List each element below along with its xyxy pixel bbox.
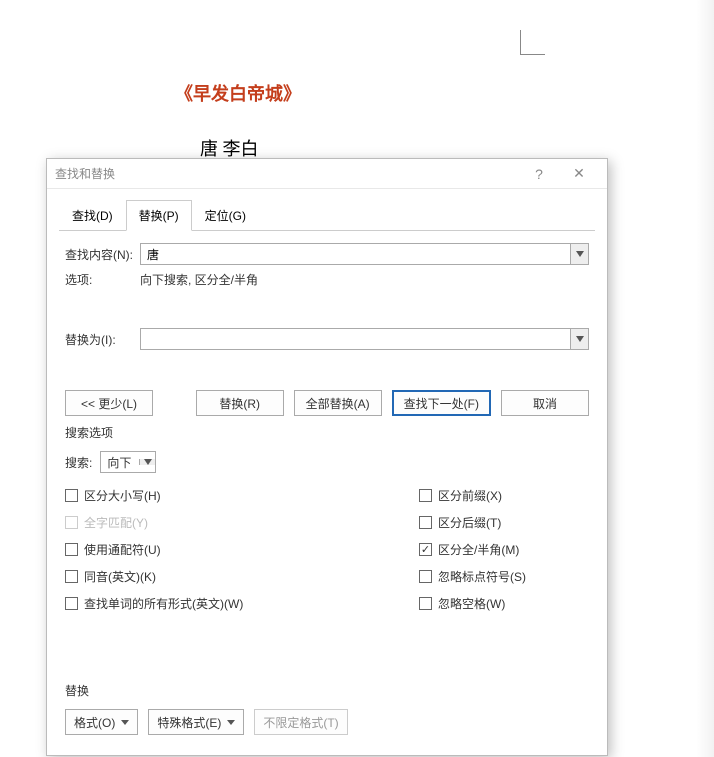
search-direction-select[interactable]: 向下	[100, 451, 156, 473]
checkbox-wildcard[interactable]: 使用通配符(U)	[65, 541, 419, 558]
checkbox-icon	[419, 597, 432, 610]
chevron-down-icon[interactable]	[570, 244, 588, 264]
checkbox-icon	[419, 489, 432, 502]
checkbox-icon	[65, 597, 78, 610]
close-button[interactable]: ✕	[559, 159, 599, 189]
dialog-title: 查找和替换	[55, 165, 519, 182]
checkbox-label: 区分后缀(T)	[438, 514, 501, 531]
cancel-button[interactable]: 取消	[501, 390, 589, 416]
replace-combobox[interactable]	[140, 328, 589, 350]
replace-section-label: 替换	[65, 682, 589, 699]
checkbox-icon: ✓	[419, 543, 432, 556]
document-title: 《早发白帝城》	[175, 80, 301, 106]
less-button[interactable]: << 更少(L)	[65, 390, 153, 416]
checkbox-fullhalf[interactable]: ✓ 区分全/半角(M)	[419, 541, 589, 558]
tab-goto[interactable]: 定位(G)	[192, 200, 259, 231]
find-label: 查找内容(N):	[65, 246, 140, 263]
tab-replace[interactable]: 替换(P)	[126, 200, 192, 231]
replace-input[interactable]	[141, 329, 570, 349]
checkbox-label: 使用通配符(U)	[84, 541, 161, 558]
checkbox-label: 忽略空格(W)	[438, 595, 505, 612]
checkbox-label: 区分全/半角(M)	[438, 541, 519, 558]
options-label: 选项:	[65, 271, 140, 288]
special-format-button[interactable]: 特殊格式(E)	[148, 709, 244, 735]
replace-button[interactable]: 替换(R)	[196, 390, 284, 416]
margin-corner-mark	[520, 30, 545, 55]
checkbox-icon	[419, 570, 432, 583]
checkbox-label: 区分大小写(H)	[84, 487, 161, 504]
checkbox-label: 同音(英文)(K)	[84, 568, 156, 585]
checkbox-allforms[interactable]: 查找单词的所有形式(英文)(W)	[65, 595, 419, 612]
checkbox-label: 查找单词的所有形式(英文)(W)	[84, 595, 243, 612]
options-value: 向下搜索, 区分全/半角	[140, 271, 589, 288]
checkbox-icon	[65, 516, 78, 529]
chevron-down-icon[interactable]	[570, 329, 588, 349]
replace-all-button[interactable]: 全部替换(A)	[294, 390, 382, 416]
checkbox-whole: 全字匹配(Y)	[65, 514, 419, 531]
find-replace-dialog: 查找和替换 ? ✕ 查找(D) 替换(P) 定位(G) 查找内容(N): 选项:…	[46, 158, 608, 756]
find-input[interactable]	[141, 244, 570, 264]
format-button[interactable]: 格式(O)	[65, 709, 138, 735]
tab-strip: 查找(D) 替换(P) 定位(G)	[59, 199, 595, 231]
checkbox-icon	[419, 516, 432, 529]
document-background: 《早发白帝城》 唐 李白	[0, 0, 714, 160]
search-options-label: 搜索选项	[65, 424, 589, 441]
search-direction-label: 搜索:	[65, 454, 92, 471]
chevron-down-icon	[227, 720, 235, 725]
checkbox-label: 忽略标点符号(S)	[438, 568, 526, 585]
no-format-button: 不限定格式(T)	[254, 709, 347, 735]
find-combobox[interactable]	[140, 243, 589, 265]
checkbox-space[interactable]: 忽略空格(W)	[419, 595, 589, 612]
checkbox-icon	[65, 570, 78, 583]
chevron-down-icon	[121, 720, 129, 725]
dialog-body: 查找内容(N): 选项: 向下搜索, 区分全/半角 替换为(I):	[47, 231, 607, 735]
find-next-button[interactable]: 查找下一处(F)	[392, 390, 491, 416]
tab-find[interactable]: 查找(D)	[59, 200, 126, 231]
checkbox-punct[interactable]: 忽略标点符号(S)	[419, 568, 589, 585]
checkbox-icon	[65, 489, 78, 502]
help-button[interactable]: ?	[519, 159, 559, 189]
chevron-down-icon[interactable]	[139, 459, 155, 465]
checkbox-homophone[interactable]: 同音(英文)(K)	[65, 568, 419, 585]
checkbox-suffix[interactable]: 区分后缀(T)	[419, 514, 589, 531]
checkbox-label: 全字匹配(Y)	[84, 514, 148, 531]
titlebar: 查找和替换 ? ✕	[47, 159, 607, 189]
checkbox-prefix[interactable]: 区分前缀(X)	[419, 487, 589, 504]
replace-label: 替换为(I):	[65, 331, 140, 348]
checkbox-label: 区分前缀(X)	[438, 487, 502, 504]
checkbox-case[interactable]: 区分大小写(H)	[65, 487, 419, 504]
checkbox-icon	[65, 543, 78, 556]
